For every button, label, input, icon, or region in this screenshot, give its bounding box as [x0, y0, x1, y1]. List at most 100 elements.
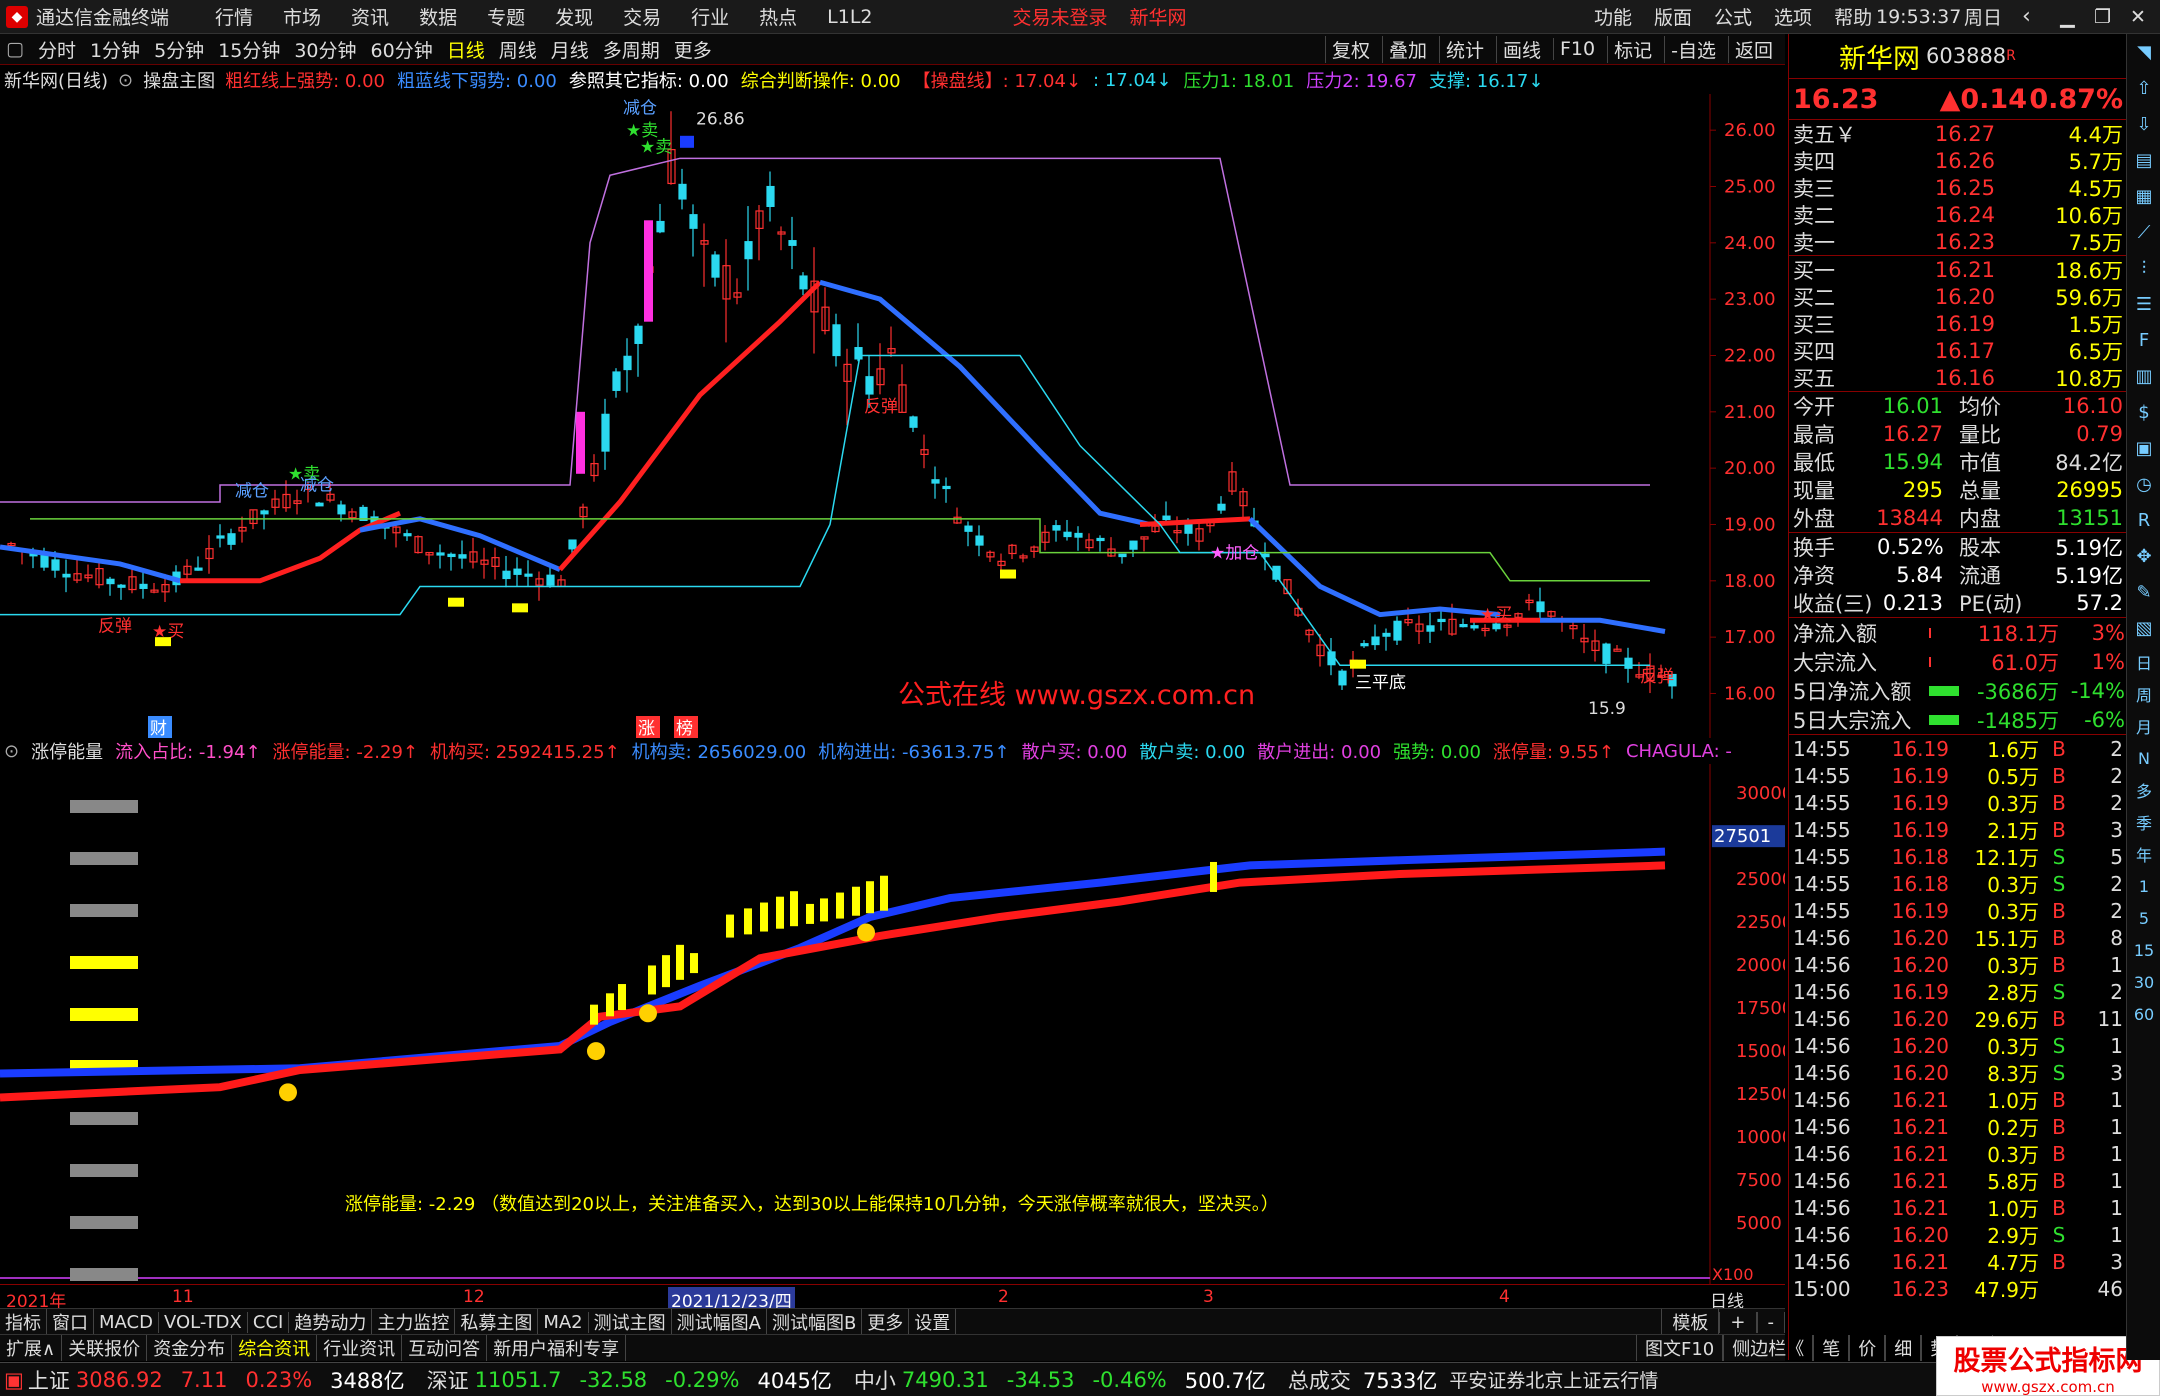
period-icon-button[interactable]: 月	[2127, 710, 2160, 742]
f10-icon[interactable]: F	[2127, 322, 2160, 358]
pen-icon[interactable]: ✎	[2127, 574, 2160, 610]
brand-label[interactable]: 新华网	[1130, 3, 1187, 30]
info-tab[interactable]: 关联报价	[62, 1335, 148, 1361]
back-icon[interactable]: ‹	[2022, 4, 2031, 29]
period-tab[interactable]: 周线	[499, 36, 537, 63]
menu-item[interactable]: 资讯	[351, 3, 389, 30]
chart-tool-button[interactable]: 复权	[1324, 35, 1376, 63]
indicator-tab[interactable]: 指标	[0, 1309, 47, 1335]
block-icon[interactable]: ▣	[2127, 430, 2160, 466]
page-icon[interactable]: ▤	[2127, 142, 2160, 178]
compass-icon[interactable]: ✥	[2127, 538, 2160, 574]
clock-icon[interactable]: ◷	[2127, 466, 2160, 502]
period-tab[interactable]: 1分钟	[90, 36, 140, 63]
bars-icon[interactable]: ▥	[2127, 358, 2160, 394]
menu-item[interactable]: 热点	[759, 3, 797, 30]
menu-item[interactable]: 行业	[691, 3, 729, 30]
template-button[interactable]: 模板	[1661, 1309, 1720, 1335]
order-book-row[interactable]: 买五 16.16 10.8万	[1789, 364, 2126, 391]
index-name[interactable]: 中小	[854, 1365, 896, 1395]
chart-tool-button[interactable]: 叠加	[1381, 35, 1433, 63]
indicator-tab[interactable]: MA2	[538, 1311, 589, 1333]
sub-indicator-name[interactable]: 涨停能量	[31, 738, 103, 764]
right-menu-item[interactable]: 版面	[1654, 3, 1692, 30]
menu-item[interactable]: 交易	[623, 3, 661, 30]
status-chart-icon[interactable]: ▣	[4, 1368, 24, 1392]
close-icon[interactable]: ✕	[2130, 6, 2146, 28]
period-icon-button[interactable]: 周	[2127, 678, 2160, 710]
menu-item[interactable]: 行情	[215, 3, 253, 30]
order-book-row[interactable]: 卖三 16.25 4.5万	[1789, 174, 2126, 201]
period-toggle-icon[interactable]: ▢	[6, 38, 24, 60]
order-book-row[interactable]: 卖二 16.24 10.6万	[1789, 201, 2126, 228]
index-name[interactable]: 上证	[28, 1365, 70, 1395]
order-book-row[interactable]: 买一 16.21 18.6万	[1789, 256, 2126, 283]
template-button[interactable]: -	[1756, 1311, 1785, 1333]
info-tab[interactable]: 扩展∧	[0, 1335, 63, 1361]
period-tab[interactable]: 15分钟	[218, 36, 280, 63]
order-book-row[interactable]: 卖五￥ 16.27 4.4万	[1789, 120, 2126, 147]
trend-icon[interactable]: ⟋	[2127, 214, 2160, 250]
index-name[interactable]: 深证	[427, 1365, 469, 1395]
right-menu-item[interactable]: 公式	[1714, 3, 1752, 30]
order-book-row[interactable]: 买四 16.17 6.5万	[1789, 337, 2126, 364]
up-arrow-icon[interactable]: ⇧	[2127, 70, 2160, 106]
period-tab[interactable]: 5分钟	[154, 36, 204, 63]
indicator-dropdown-icon[interactable]: ⊙	[118, 70, 133, 91]
period-tab[interactable]: 月线	[551, 36, 589, 63]
indicator-tab[interactable]: MACD	[94, 1311, 159, 1333]
order-book-row[interactable]: 买二 16.20 59.6万	[1789, 283, 2126, 310]
grid-icon[interactable]: ▦	[2127, 178, 2160, 214]
restore-icon[interactable]: ❐	[2094, 6, 2111, 28]
right-menu-item[interactable]: 帮助	[1834, 3, 1872, 30]
period-icon-button[interactable]: 30	[2127, 966, 2160, 998]
indicator-tab[interactable]: 更多	[862, 1309, 910, 1335]
period-icon-button[interactable]: 季	[2127, 806, 2160, 838]
indicator-tab[interactable]: 测试幅图B	[767, 1309, 863, 1335]
chart-tool-button[interactable]: F10	[1553, 38, 1601, 60]
layout-icon[interactable]: ▧	[2127, 610, 2160, 646]
right-menu-item[interactable]: 功能	[1594, 3, 1632, 30]
period-tab[interactable]: 日线	[447, 36, 485, 63]
down-arrow-icon[interactable]: ⇩	[2127, 106, 2160, 142]
menu-item[interactable]: 数据	[419, 3, 457, 30]
energy-chart[interactable]: 3000027501250002250020000175001500012500…	[0, 764, 1793, 1385]
info-tab[interactable]: 行业资讯	[317, 1335, 403, 1361]
period-tab[interactable]: 多周期	[603, 36, 660, 63]
period-tab[interactable]: 分时	[38, 36, 76, 63]
indicator-tab[interactable]: 私募主图	[455, 1309, 539, 1335]
period-icon-button[interactable]: 日	[2127, 646, 2160, 678]
info-tab[interactable]: 综合资讯	[232, 1335, 318, 1361]
main-indicator-name[interactable]: 操盘主图	[143, 67, 215, 93]
indicator-tab[interactable]: CCI	[248, 1311, 290, 1333]
period-icon-button[interactable]: 年	[2127, 838, 2160, 870]
fund-icon[interactable]: $	[2127, 394, 2160, 430]
chart-tool-button[interactable]: -自选	[1664, 35, 1722, 63]
order-book-row[interactable]: 卖一 16.23 7.5万	[1789, 228, 2126, 255]
right-menu-item[interactable]: 选项	[1774, 3, 1812, 30]
period-tab[interactable]: 30分钟	[294, 36, 356, 63]
indicator-tab[interactable]: 趋势动力	[289, 1309, 373, 1335]
indicator-tab[interactable]: 窗口	[47, 1309, 94, 1335]
indicator-tab[interactable]: 测试幅图A	[672, 1309, 767, 1335]
info-tab[interactable]: 互动问答	[402, 1335, 488, 1361]
info-tab[interactable]: 资金分布	[147, 1335, 233, 1361]
order-book-row[interactable]: 买三 16.19 1.5万	[1789, 310, 2126, 337]
indicator-tab[interactable]: 设置	[909, 1309, 957, 1335]
order-book-row[interactable]: 卖四 16.26 5.7万	[1789, 147, 2126, 174]
period-icon-button[interactable]: N	[2127, 742, 2160, 774]
server-name[interactable]: 平安证券北京上证云行情	[1449, 1366, 1658, 1393]
period-icon-button[interactable]: 15	[2127, 934, 2160, 966]
side-tab[interactable]: 图文F10	[1636, 1335, 1724, 1361]
template-button[interactable]: +	[1719, 1311, 1757, 1333]
menu-item[interactable]: 专题	[487, 3, 525, 30]
list-icon[interactable]: ☰	[2127, 286, 2160, 322]
menu-item[interactable]: 市场	[283, 3, 321, 30]
period-icon-button[interactable]: 60	[2127, 998, 2160, 1030]
price-chart[interactable]: 26.00 25.00 24.00 23.00 22.00 21.00 20.00 19.00…	[0, 94, 1785, 739]
minimize-icon[interactable]: ▁	[2060, 6, 2075, 28]
menu-item[interactable]: L1L2	[827, 6, 872, 28]
sub-indicator-dropdown-icon[interactable]: ⊙	[4, 741, 19, 762]
period-tab[interactable]: 60分钟	[371, 36, 433, 63]
indicator-tab[interactable]: VOL-TDX	[159, 1311, 248, 1333]
